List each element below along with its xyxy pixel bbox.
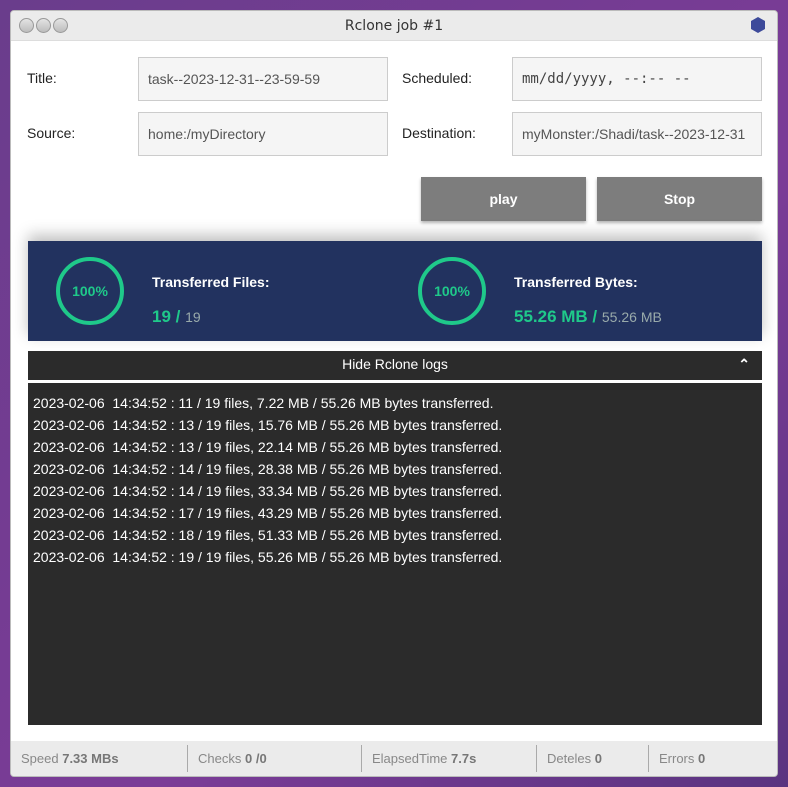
scheduled-label: Scheduled: bbox=[402, 70, 473, 86]
title-input[interactable]: task--2023-12-31--23-59-59 bbox=[138, 57, 388, 101]
files-progress-ring: 100% bbox=[56, 257, 124, 325]
log-line: 2023-02-06 14:34:52 : 18 / 19 files, 51.… bbox=[33, 527, 503, 543]
title-label: Title: bbox=[27, 70, 57, 86]
status-label: Checks bbox=[198, 751, 242, 766]
log-line: 2023-02-06 14:34:52 : 11 / 19 files, 7.2… bbox=[33, 395, 494, 411]
bytes-total: 55.26 MB bbox=[601, 309, 662, 325]
status-deteles: Deteles 0 bbox=[537, 745, 649, 772]
status-value: 0 bbox=[594, 751, 602, 766]
bytes-done: 55.26 MB / bbox=[514, 307, 598, 326]
maximize-button[interactable] bbox=[53, 18, 68, 33]
files-done: 19 / bbox=[152, 307, 181, 326]
status-errors: Errors 0 bbox=[649, 745, 769, 772]
log-line: 2023-02-06 14:34:52 : 13 / 19 files, 15.… bbox=[33, 417, 503, 433]
status-value: 7.7s bbox=[451, 751, 477, 766]
files-label: Transferred Files: bbox=[152, 274, 270, 290]
chevron-up-icon: ⌃ bbox=[738, 356, 750, 372]
status-value: 7.33 MBs bbox=[62, 751, 119, 766]
files-total: 19 bbox=[185, 309, 201, 325]
source-label: Source: bbox=[27, 125, 76, 141]
title-bar: Rclone job #1 bbox=[11, 11, 777, 41]
status-label: Errors bbox=[659, 751, 695, 766]
status-label: ElapsedTime bbox=[372, 751, 448, 766]
log-output: 2023-02-06 14:34:52 : 11 / 19 files, 7.2… bbox=[28, 383, 762, 725]
status-label: Deteles bbox=[547, 751, 592, 766]
toggle-logs-label: Hide Rclone logs bbox=[342, 356, 448, 372]
destination-label: Destination: bbox=[402, 125, 476, 141]
transfer-stats-panel: 100% Transferred Files: 19 / 19 100% Tra… bbox=[28, 241, 762, 341]
log-line: 2023-02-06 14:34:52 : 19 / 19 files, 55.… bbox=[33, 549, 503, 565]
status-value: 0 bbox=[698, 751, 706, 766]
status-value: 0 /0 bbox=[244, 751, 267, 766]
stop-button[interactable]: Stop bbox=[597, 177, 762, 221]
bytes-label: Transferred Bytes: bbox=[514, 274, 638, 290]
status-elapsedtime: ElapsedTime 7.7s bbox=[362, 745, 537, 772]
status-bar: Speed 7.33 MBs Checks 0 /0 ElapsedTime 7.7… bbox=[11, 741, 777, 776]
log-line: 2023-02-06 14:34:52 : 14 / 19 files, 28.… bbox=[33, 461, 503, 477]
status-checks: Checks 0 /0 bbox=[188, 745, 362, 772]
bytes-progress-ring: 100% bbox=[418, 257, 486, 325]
status-speed: Speed 7.33 MBs bbox=[11, 745, 188, 772]
scheduled-input[interactable]: mm/dd/yyyy, --:-- -- bbox=[512, 57, 762, 101]
destination-input[interactable]: myMonster:/Shadi/task--2023-12-31 bbox=[512, 112, 762, 156]
source-input[interactable]: home:/myDirectory bbox=[138, 112, 388, 156]
log-line: 2023-02-06 14:34:52 : 17 / 19 files, 43.… bbox=[33, 505, 503, 521]
log-line: 2023-02-06 14:34:52 : 14 / 19 files, 33.… bbox=[33, 483, 503, 499]
status-label: Speed bbox=[21, 751, 59, 766]
play-button[interactable]: play bbox=[421, 177, 586, 221]
close-button[interactable] bbox=[19, 18, 34, 33]
toggle-logs-button[interactable]: Hide Rclone logs ⌃ bbox=[28, 351, 762, 380]
log-line: 2023-02-06 14:34:52 : 13 / 19 files, 22.… bbox=[33, 439, 503, 455]
minimize-button[interactable] bbox=[36, 18, 51, 33]
rclone-job-window: Rclone job #1 Title: task--2023-12-31--2… bbox=[10, 10, 778, 777]
window-title: Rclone job #1 bbox=[344, 18, 444, 34]
